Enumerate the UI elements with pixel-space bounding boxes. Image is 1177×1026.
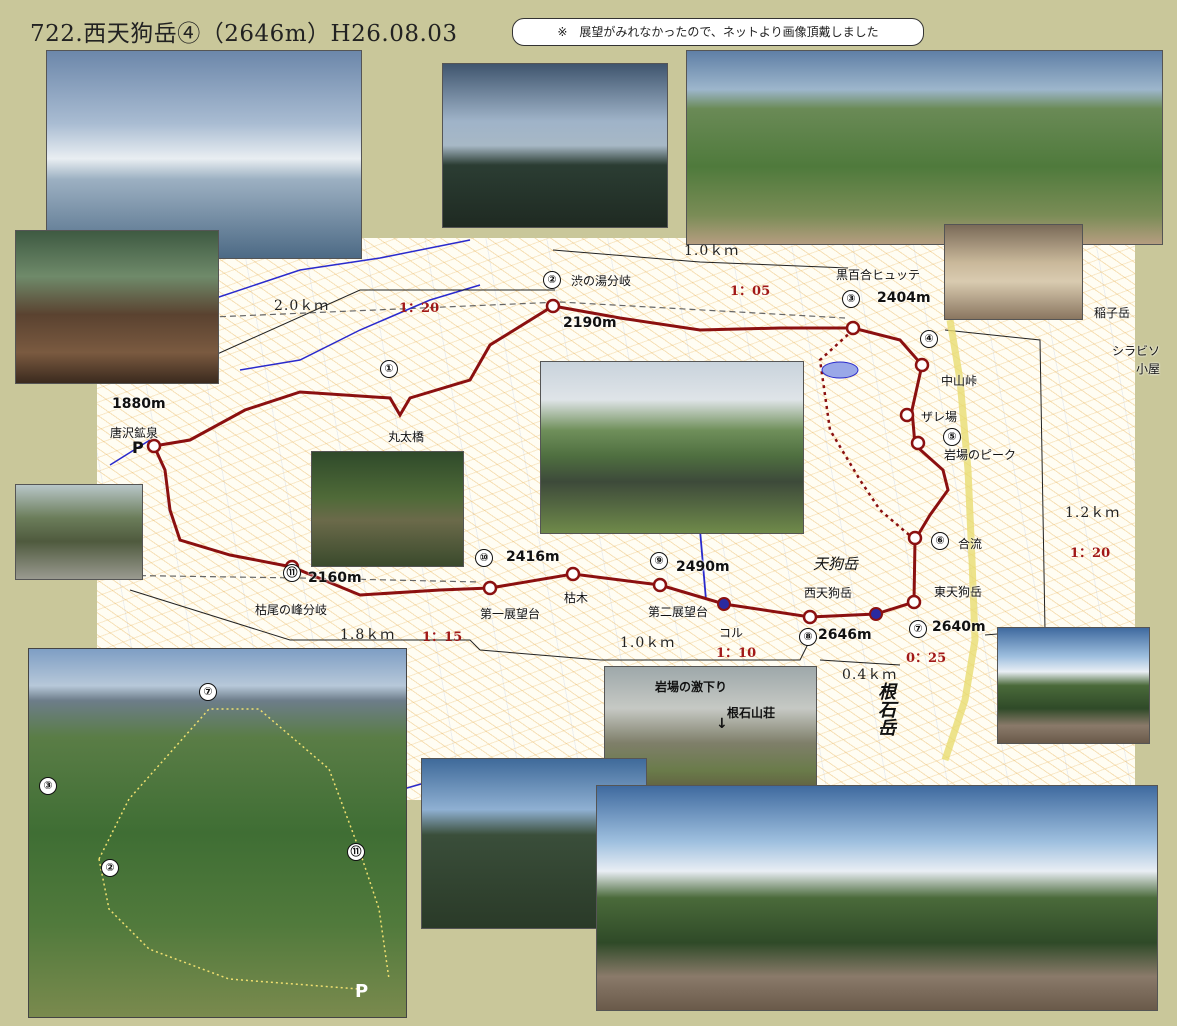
- waypoint-11-number: ⑪: [283, 564, 301, 582]
- river: [109, 439, 151, 466]
- waypoint-2: [545, 298, 561, 314]
- waypoint-10-number: ⑩: [475, 549, 493, 567]
- col-label: コル: [719, 626, 744, 640]
- birdseye-route: [98, 858, 360, 990]
- zare-label: ザレ場: [921, 410, 958, 424]
- ratio-1: 1：20: [399, 301, 440, 316]
- waypoint-8-number: ⑧: [799, 628, 817, 646]
- waypoint-5-label: 岩場のピーク: [944, 448, 1017, 462]
- distance-2: 1.0ｋｍ: [684, 243, 740, 259]
- photo-pond: [540, 361, 804, 534]
- waypoint-8: [802, 609, 818, 625]
- ratio-2: 1：05: [730, 284, 771, 299]
- waypoint-7-elev: 2640m: [932, 619, 986, 635]
- waypoint-4-label: 中山峠: [941, 374, 978, 388]
- pond: [821, 361, 859, 379]
- distance-3: 1.2ｋｍ: [1065, 505, 1121, 521]
- waypoint-11-elev: 2160m: [308, 570, 362, 586]
- waypoint-2-elev: 2190m: [563, 315, 617, 331]
- waypoint-4-number: ④: [920, 330, 938, 348]
- waypoint-3-elev: 2404m: [877, 290, 931, 306]
- elev-start: 1880m: [112, 396, 166, 412]
- waypoint-start: [146, 438, 162, 454]
- ratio-5: 1：10: [716, 646, 757, 661]
- inako-label: 稲子岳: [1094, 306, 1131, 320]
- birdseye-label-7: ⑦: [199, 683, 217, 701]
- waypoint-9: [652, 577, 668, 593]
- waypoint-8-elev: 2646m: [818, 627, 872, 643]
- waypoint-7: [906, 594, 922, 610]
- waypoint-6-number: ⑥: [931, 532, 949, 550]
- waypoint-6-label: 合流: [958, 537, 983, 551]
- photo-lodge-exterior: [15, 484, 143, 580]
- summit-marker: [869, 607, 883, 621]
- birdseye-map: ⑦ ③ ② ⑪ P: [28, 648, 407, 1018]
- label-neishi-hut: 根石山荘: [727, 706, 776, 720]
- waypoint-5-number: ⑤: [943, 428, 961, 446]
- waypoint-11-label: 枯尾の峰分岐: [255, 603, 328, 617]
- waypoint-1-label: 丸太橋: [388, 430, 425, 444]
- waypoint-karegi: [565, 566, 581, 582]
- birdseye-label-2: ②: [101, 859, 119, 877]
- photo-hut-interior: [944, 224, 1083, 320]
- leader-line: [214, 289, 555, 356]
- col-marker: [717, 597, 731, 611]
- ratio-4: 0：25: [906, 651, 947, 666]
- birdseye-label-11: ⑪: [347, 843, 365, 861]
- waypoint-9-number: ⑨: [650, 552, 668, 570]
- distance-1: 2.0ｋｍ: [274, 298, 330, 314]
- birdseye-route: [98, 708, 390, 980]
- photo-peak-silhouette: [442, 63, 668, 228]
- parking-icon: P: [132, 438, 144, 457]
- waypoint-2-number: ②: [543, 271, 561, 289]
- down-arrow-icon: ↓: [716, 716, 728, 732]
- waypoint-5: [910, 435, 926, 451]
- waypoint-2-label: 渋の湯分岐: [571, 274, 632, 288]
- waypoint-3-label: 黒百合ヒュッテ: [836, 268, 921, 282]
- photo-hot-spring: [15, 230, 219, 384]
- shirabiso-label: シラビソ 小屋: [1112, 344, 1161, 376]
- waypoint-6: [907, 530, 923, 546]
- waypoint-7-number: ⑦: [909, 620, 927, 638]
- ratio-6: 1：15: [422, 630, 463, 645]
- waypoint-4: [914, 357, 930, 373]
- waypoint-3: [845, 320, 861, 336]
- map-tengu-label: 天狗岳: [813, 555, 859, 573]
- map-neishi-label: 根石岳: [875, 682, 896, 736]
- waypoint-1-number: ①: [380, 360, 398, 378]
- photo-ridge-view: [686, 50, 1163, 245]
- waypoint-10: [482, 580, 498, 596]
- waypoint-9-label: 第二展望台: [648, 605, 709, 619]
- waypoint-7-label: 東天狗岳: [934, 585, 983, 599]
- photo-summit-signpost: [997, 627, 1150, 744]
- ratio-3: 1：20: [1070, 546, 1111, 561]
- waypoint-9-elev: 2490m: [676, 559, 730, 575]
- waypoint-3-number: ③: [842, 290, 860, 308]
- label-iwaba: 岩場の激下り: [655, 680, 728, 694]
- waypoint-zare: [899, 407, 915, 423]
- birdseye-parking: P: [355, 981, 369, 1002]
- photo-forest-trail: [311, 451, 464, 567]
- distance-6: 1.8ｋｍ: [340, 627, 396, 643]
- photo-summit-panorama: [596, 785, 1158, 1011]
- waypoint-8-label: 西天狗岳: [804, 586, 853, 600]
- alt-route: [818, 329, 916, 541]
- distance-5: 1.0ｋｍ: [620, 635, 676, 651]
- photo-sea-of-clouds: [46, 50, 362, 259]
- waypoint-10-elev: 2416m: [506, 549, 560, 565]
- distance-4: 0.4ｋｍ: [842, 667, 898, 683]
- waypoint-10-label: 第一展望台: [480, 607, 541, 621]
- birdseye-label-3: ③: [39, 777, 57, 795]
- karegi-label: 枯木: [564, 591, 589, 605]
